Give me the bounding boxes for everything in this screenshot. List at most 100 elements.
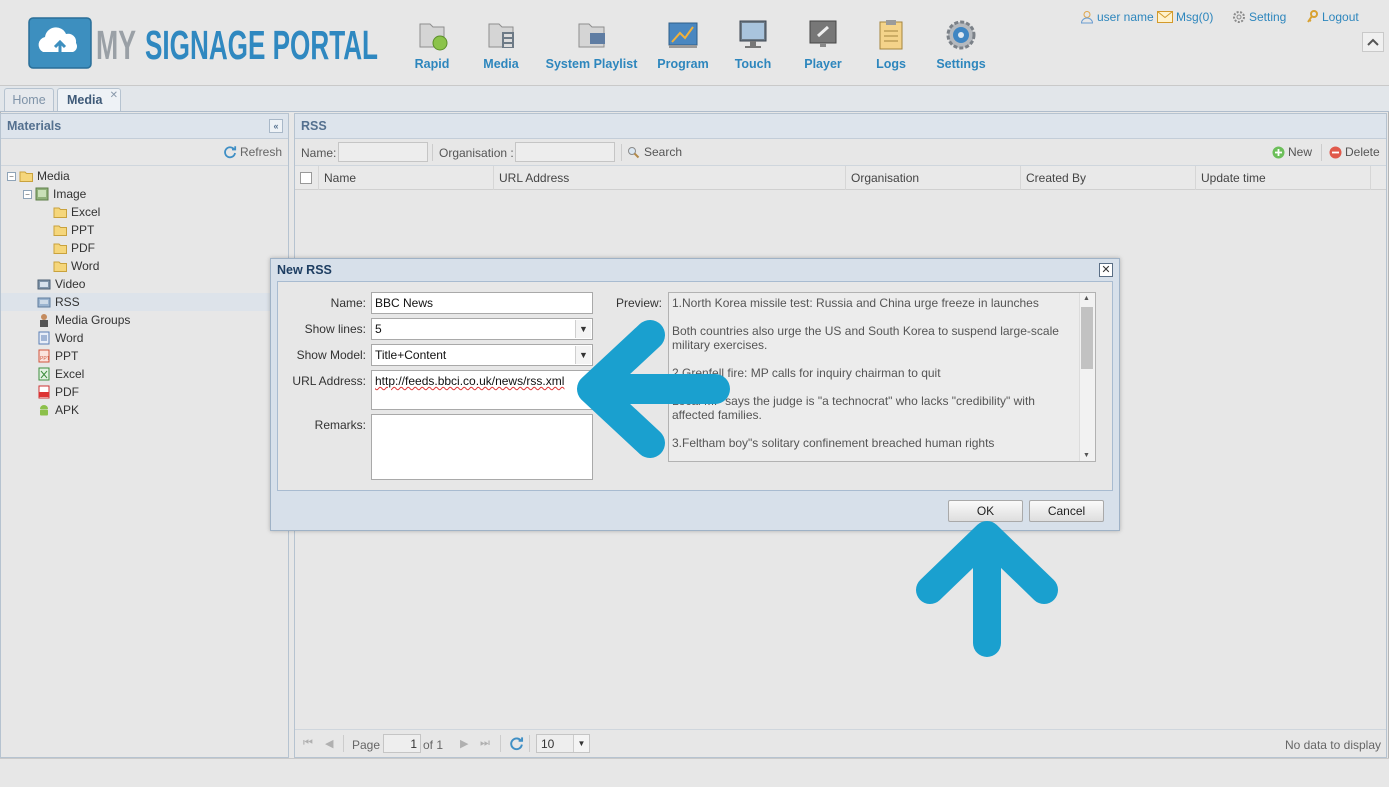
preview-line: Both countries also urge the US and Sout… [672,324,1059,352]
next-page-icon[interactable]: ▶ [460,737,468,750]
show-model-select[interactable]: Title+Content ▼ [371,344,593,366]
refresh-button[interactable]: Refresh [223,145,282,159]
new-button[interactable]: New [1272,145,1312,159]
logout-label: Logout [1322,10,1359,24]
org-filter-input[interactable] [515,142,615,162]
last-page-icon[interactable]: ⏭ [480,737,490,750]
setting-link[interactable]: Setting [1232,10,1286,24]
collapse-header-button[interactable] [1362,32,1384,52]
column-created-by[interactable]: Created By [1021,166,1196,190]
logout-link[interactable]: Logout [1307,10,1359,24]
tree-item-word[interactable]: Word [1,329,288,347]
scroll-up-icon[interactable]: ▲ [1083,295,1090,302]
folder-icon [53,261,67,272]
search-label: Search [644,145,683,159]
tree-item-rss[interactable]: RSS [1,293,288,311]
tab-home[interactable]: Home [4,88,54,111]
rss-grid-header: Name URL Address Organisation Created By… [295,166,1386,190]
preview-scrollbar[interactable]: ▲ ▼ [1079,293,1095,461]
close-tab-icon[interactable]: ✕ [110,90,118,101]
close-icon[interactable]: ✕ [1099,263,1113,277]
ppt-icon: PPT [38,349,50,363]
pager-divider [343,735,344,752]
header: MY SIGNAGE PORTAL Rapid Media System Pla… [0,0,1389,86]
tree-item-excel[interactable]: Excel [1,365,288,383]
media-icon [488,23,514,48]
nav-player[interactable]: Player [798,16,848,76]
msg-link[interactable]: Msg(0) [1157,10,1213,24]
video-icon [37,279,51,290]
name-input[interactable]: BBC News [371,292,593,314]
nav-settings[interactable]: Settings [933,16,989,76]
tree-item-label: Video [55,277,86,291]
tree-item-label: PDF [71,241,95,255]
remarks-input[interactable] [371,414,593,480]
tree-item-excel[interactable]: Excel [1,203,288,221]
tree-item-apk[interactable]: APK [1,401,288,419]
user-link[interactable]: user name [1080,10,1154,24]
chevron-down-icon: ▼ [573,735,589,752]
svg-text:MY: MY [96,22,136,68]
key-icon [1307,10,1318,23]
tree-item-pdf[interactable]: PDF [1,239,288,257]
nav-system-playlist[interactable]: System Playlist [544,16,639,76]
tree-item-word[interactable]: Word [1,257,288,275]
prev-page-icon[interactable]: ◀ [325,737,333,750]
page-number-input[interactable]: 1 [383,734,421,753]
cancel-button[interactable]: Cancel [1029,500,1104,522]
tree-item-pdf[interactable]: PDF [1,383,288,401]
column-url-address[interactable]: URL Address [494,166,846,190]
tree-item-ppt[interactable]: PPT [1,221,288,239]
tree-item-media[interactable]: − Media [1,167,288,185]
msg-count: Msg(0) [1176,10,1214,24]
tree-item-video[interactable]: Video [1,275,288,293]
ok-button[interactable]: OK [948,500,1023,522]
player-icon [809,20,837,47]
delete-icon [1329,146,1342,158]
remarks-label: Remarks: [314,418,366,432]
search-button[interactable]: Search [627,145,682,159]
tree-item-image[interactable]: − Image [1,185,288,203]
collapse-left-icon[interactable]: « [269,119,283,133]
nav-touch[interactable]: Touch [728,16,778,76]
tab-media[interactable]: Media ✕ [57,88,121,111]
folder-icon [53,207,67,218]
url-address-input[interactable]: http://feeds.bbci.co.uk/news/rss.xml [371,370,593,410]
select-all-checkbox[interactable] [300,172,312,184]
url-address-value: http://feeds.bbci.co.uk/news/rss.xml [375,374,565,388]
nav-media[interactable]: Media [473,16,529,76]
collapse-node-icon[interactable]: − [23,189,32,199]
column-name[interactable]: Name [319,166,494,190]
nav-logs[interactable]: Logs [866,16,916,76]
column-update-time[interactable]: Update time [1196,166,1371,190]
tab-label: Home [12,93,46,107]
page-size-select[interactable]: 10 ▼ [536,734,590,753]
mail-icon [1157,11,1173,23]
name-filter-input[interactable] [338,142,428,162]
folder-icon [53,225,67,236]
collapse-node-icon[interactable]: − [7,171,16,181]
tree-item-label: Media [37,169,70,183]
pager: ⏮ ◀ Page 1 of 1 ▶ ⏭ 10 ▼ No data to disp… [295,729,1386,757]
delete-button[interactable]: Delete [1329,145,1380,159]
pager-status: No data to display [1284,738,1381,752]
nav-rapid[interactable]: Rapid [404,16,460,76]
name-filter-label: Name: [301,146,337,160]
scrollbar-thumb[interactable] [1081,307,1093,369]
first-page-icon[interactable]: ⏮ [303,737,313,750]
add-icon [1272,146,1285,158]
scroll-down-icon[interactable]: ▼ [1083,452,1090,459]
show-model-value: Title+Content [375,348,447,362]
refresh-icon[interactable] [509,736,524,751]
show-lines-select[interactable]: 5 ▼ [371,318,593,340]
tree-item-media-groups[interactable]: Media Groups [1,311,288,329]
tree-item-ppt[interactable]: PPT PPT [1,347,288,365]
column-organisation[interactable]: Organisation [846,166,1021,190]
materials-tree: − Media − Image Excel PPT PDF Word Video RSS Media… [1,167,288,427]
rss-title: RSS [301,119,327,133]
nav-program[interactable]: Program [652,16,714,76]
nav-label: Touch [734,57,772,71]
gear-icon [1233,11,1245,23]
nav-label: Program [657,57,709,71]
page-size-value: 10 [541,737,555,751]
